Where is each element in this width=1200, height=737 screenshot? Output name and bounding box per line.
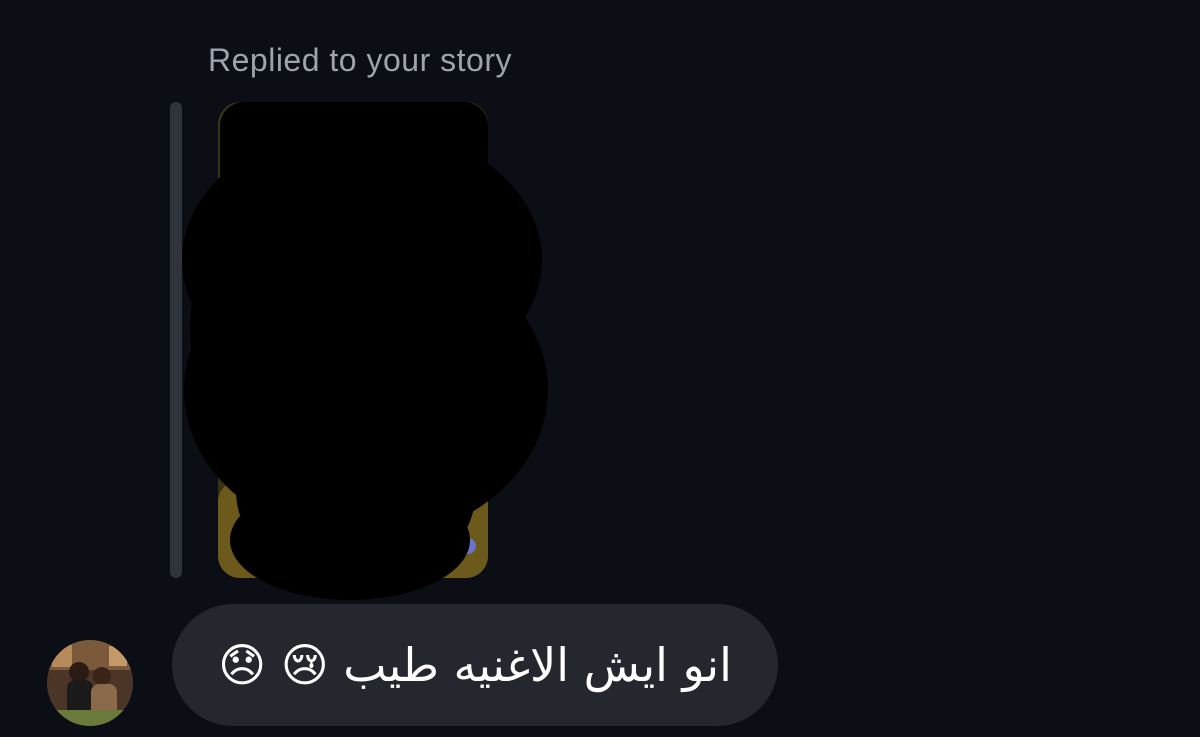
message-bubble[interactable]: انو ايش الاغنيه طيب 😢 😞 xyxy=(172,604,778,726)
redacted-story-image xyxy=(182,102,548,600)
sender-avatar[interactable] xyxy=(47,640,133,726)
profile-photo xyxy=(47,640,133,726)
story-reply-caption: Replied to your story xyxy=(208,42,512,78)
message-text: انو ايش الاغنيه طيب 😢 😞 xyxy=(218,638,732,692)
story-thumbnail[interactable] xyxy=(180,100,552,600)
